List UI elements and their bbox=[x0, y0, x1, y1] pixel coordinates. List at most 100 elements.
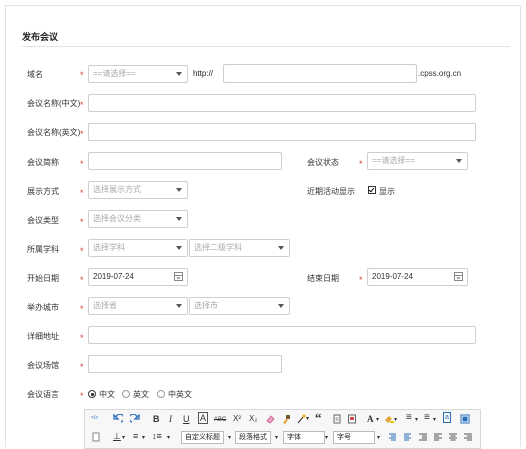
type-select[interactable]: 选择会议分类 bbox=[88, 210, 188, 228]
abbr-label: 会议简称 bbox=[27, 158, 59, 167]
italic-button[interactable]: I bbox=[169, 413, 172, 425]
discipline-select[interactable]: 选择学科 bbox=[88, 239, 188, 257]
recent-checkbox-label: 显示 bbox=[379, 187, 395, 196]
line-height-button[interactable]: ↕≡ bbox=[152, 430, 162, 442]
chevron-down-icon[interactable]: ▾ bbox=[325, 432, 328, 444]
language-option-en: 英文 bbox=[133, 390, 149, 399]
chevron-down-icon[interactable]: ▾ bbox=[142, 432, 145, 444]
end-date-input[interactable]: 2019-07-24 bbox=[367, 268, 468, 286]
align-center-icon[interactable] bbox=[448, 432, 458, 442]
undo-icon[interactable] bbox=[113, 414, 123, 424]
font-color-button[interactable]: A bbox=[367, 413, 374, 425]
recent-label: 近期活动显示 bbox=[307, 187, 355, 196]
blockquote-button[interactable]: “ bbox=[315, 411, 322, 424]
auto-format-icon[interactable] bbox=[296, 414, 306, 424]
html-source-icon[interactable]: </> bbox=[91, 415, 101, 425]
align-right-icon[interactable] bbox=[463, 432, 473, 442]
start-date-value: 2019-07-24 bbox=[93, 272, 134, 281]
document-icon[interactable] bbox=[91, 432, 101, 442]
address-input[interactable] bbox=[88, 326, 476, 344]
calendar-icon[interactable] bbox=[454, 272, 463, 281]
required-mark: * bbox=[80, 362, 84, 372]
name-cn-input[interactable] bbox=[88, 94, 476, 112]
language-radio-cn-en[interactable] bbox=[157, 390, 165, 398]
start-date-input[interactable]: 2019-07-24 bbox=[88, 268, 188, 286]
required-mark: * bbox=[80, 217, 84, 227]
chevron-down-icon[interactable]: ▾ bbox=[306, 413, 309, 425]
font-border-button[interactable]: A bbox=[198, 412, 209, 424]
bold-button[interactable]: B bbox=[153, 413, 160, 425]
name-cn-label: 会议名称(中文) bbox=[27, 99, 81, 108]
paste-text-icon[interactable] bbox=[332, 414, 342, 424]
align-left-icon[interactable] bbox=[433, 432, 443, 442]
font-size-select[interactable]: 字号 bbox=[333, 431, 375, 444]
underline-button[interactable]: U bbox=[183, 413, 190, 425]
domain-input[interactable] bbox=[223, 64, 417, 83]
name-en-input[interactable] bbox=[88, 123, 476, 141]
end-date-value: 2019-07-24 bbox=[372, 272, 413, 281]
required-mark: * bbox=[80, 70, 84, 80]
lowercase-button[interactable]: a bbox=[443, 412, 451, 423]
sub-discipline-select-value: 选择二级学科 bbox=[194, 243, 242, 252]
chevron-down-icon[interactable]: ▾ bbox=[122, 432, 125, 444]
chevron-down-icon bbox=[176, 217, 182, 221]
language-radio-cn[interactable] bbox=[88, 390, 96, 398]
chevron-down-icon bbox=[176, 188, 182, 192]
language-option-cn-en: 中英文 bbox=[168, 390, 192, 399]
redo-icon[interactable] bbox=[130, 414, 140, 424]
domain-suffix: .cpss.org.cn bbox=[418, 69, 462, 78]
discipline-label: 所属学科 bbox=[27, 245, 59, 254]
paragraph-format-select[interactable]: 段落格式 bbox=[235, 431, 271, 444]
font-family-select[interactable]: 字体 bbox=[283, 431, 325, 444]
rich-text-editor-toolbar: </> B I U A ABC X² X₂ ▾ “ A ▾ ▾ ≡ ▾ ≡ ▾ … bbox=[84, 409, 481, 449]
indent-icon[interactable] bbox=[418, 432, 428, 442]
chevron-down-icon[interactable]: ▾ bbox=[275, 432, 278, 444]
discipline-select-value: 选择学科 bbox=[93, 243, 125, 252]
sub-discipline-select[interactable]: 选择二级学科 bbox=[189, 239, 290, 257]
recent-checkbox[interactable] bbox=[368, 186, 376, 194]
abbr-input[interactable] bbox=[88, 152, 282, 170]
end-date-label: 结束日期 bbox=[307, 274, 339, 283]
chevron-down-icon[interactable]: ▾ bbox=[377, 432, 380, 444]
chevron-down-icon[interactable]: ▾ bbox=[167, 432, 170, 444]
domain-prefix: http:// bbox=[193, 69, 214, 78]
custom-title-select[interactable]: 自定义标题 bbox=[181, 431, 224, 444]
city-select-value: 选择市 bbox=[194, 301, 218, 310]
superscript-button[interactable]: X² bbox=[233, 413, 241, 425]
chevron-down-icon bbox=[278, 304, 284, 308]
format-brush-icon[interactable] bbox=[281, 414, 291, 424]
display-mode-select[interactable]: 选择展示方式 bbox=[88, 181, 188, 199]
chevron-down-icon[interactable]: ▾ bbox=[415, 414, 418, 426]
domain-select[interactable]: ==请选择== bbox=[88, 65, 188, 83]
language-radio-en[interactable] bbox=[122, 390, 130, 398]
calendar-icon[interactable] bbox=[174, 272, 183, 281]
chevron-down-icon[interactable]: ▾ bbox=[376, 414, 379, 426]
ltr-icon[interactable] bbox=[388, 432, 398, 442]
row-spacing-button[interactable]: ≡ bbox=[133, 430, 138, 442]
chevron-down-icon[interactable]: ▾ bbox=[433, 414, 436, 426]
chevron-down-icon[interactable]: ▾ bbox=[228, 432, 231, 444]
strikethrough-button[interactable]: ABC bbox=[214, 414, 226, 426]
eraser-icon[interactable] bbox=[265, 414, 275, 424]
ordered-list-button[interactable]: ≡ bbox=[406, 412, 412, 424]
status-select[interactable]: ==请选择== bbox=[367, 152, 468, 170]
required-mark: * bbox=[80, 159, 84, 169]
subscript-button[interactable]: X₂ bbox=[249, 413, 257, 425]
required-mark: * bbox=[359, 275, 363, 285]
fullscreen-icon[interactable] bbox=[460, 414, 470, 424]
province-select[interactable]: 选择省 bbox=[88, 297, 188, 315]
status-label: 会议状态 bbox=[307, 158, 339, 167]
rtl-icon[interactable] bbox=[403, 432, 413, 442]
chevron-down-icon bbox=[456, 159, 462, 163]
required-mark: * bbox=[80, 129, 84, 139]
venue-input[interactable] bbox=[88, 355, 282, 373]
unordered-list-button[interactable]: ≡ bbox=[424, 412, 430, 424]
city-select[interactable]: 选择市 bbox=[189, 297, 290, 315]
underline-color-button[interactable]: ⊥ bbox=[113, 430, 121, 442]
background-color-icon[interactable] bbox=[384, 414, 394, 424]
required-mark: * bbox=[80, 100, 84, 110]
clear-doc-icon[interactable] bbox=[347, 414, 357, 424]
title-divider bbox=[22, 46, 510, 47]
chevron-down-icon[interactable]: ▾ bbox=[394, 414, 397, 426]
address-label: 详细地址 bbox=[27, 332, 59, 341]
